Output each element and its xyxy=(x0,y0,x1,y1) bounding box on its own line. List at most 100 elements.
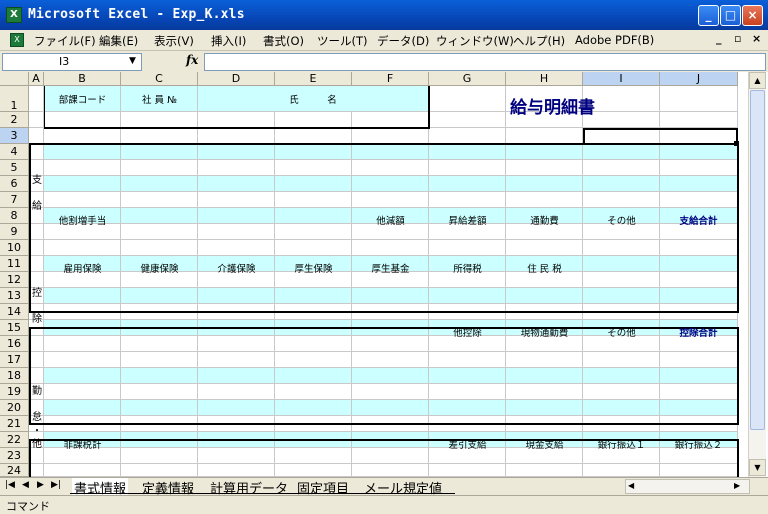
cell-h17[interactable] xyxy=(506,352,583,368)
cell-b2[interactable] xyxy=(44,112,121,128)
name-box[interactable]: I3 ▼ xyxy=(2,53,142,71)
cell-a9[interactable] xyxy=(29,224,44,240)
cell-d16[interactable] xyxy=(198,336,275,352)
cell-d20[interactable] xyxy=(198,400,275,416)
cell-j4[interactable] xyxy=(660,144,738,160)
cell-i12[interactable] xyxy=(583,272,660,288)
cell-e18[interactable] xyxy=(275,368,352,384)
cell-b7[interactable] xyxy=(44,192,121,208)
cell-f7[interactable] xyxy=(352,192,429,208)
cell-c18[interactable] xyxy=(121,368,198,384)
cell-b3[interactable] xyxy=(44,128,121,144)
formula-input[interactable] xyxy=(204,53,766,71)
cell-d23[interactable] xyxy=(198,448,275,464)
cell-e2[interactable] xyxy=(275,112,352,128)
cell-j17[interactable] xyxy=(660,352,738,368)
row-header-2[interactable]: 2 xyxy=(0,112,29,128)
cell-i10[interactable] xyxy=(583,240,660,256)
row-header-7[interactable]: 7 xyxy=(0,192,29,208)
vertical-scroll-thumb[interactable] xyxy=(750,90,765,430)
cell-c6[interactable] xyxy=(121,176,198,192)
menu-tools[interactable]: ツール(T) xyxy=(317,33,368,49)
cell-d6[interactable] xyxy=(198,176,275,192)
cell-g17[interactable] xyxy=(429,352,506,368)
cell-g10[interactable] xyxy=(429,240,506,256)
cell-d18[interactable] xyxy=(198,368,275,384)
vertical-scrollbar[interactable]: ▲ ▼ xyxy=(748,72,766,477)
cell-h20[interactable] xyxy=(506,400,583,416)
cell-b5[interactable] xyxy=(44,160,121,176)
scroll-up-button[interactable]: ▲ xyxy=(749,72,766,89)
column-header-e[interactable]: E xyxy=(275,72,352,86)
column-header-f[interactable]: F xyxy=(352,72,429,86)
cell-b10[interactable] xyxy=(44,240,121,256)
cell-a4[interactable] xyxy=(29,144,44,160)
row-header-23[interactable]: 23 xyxy=(0,448,29,464)
cell-c16[interactable] xyxy=(121,336,198,352)
cell-i24[interactable] xyxy=(583,464,660,477)
cell-j10[interactable] xyxy=(660,240,738,256)
cell-g24[interactable] xyxy=(429,464,506,477)
cell-d9[interactable] xyxy=(198,224,275,240)
cell-b18[interactable] xyxy=(44,368,121,384)
cell-a17[interactable] xyxy=(29,352,44,368)
cell-h19[interactable] xyxy=(506,384,583,400)
cell-a23[interactable] xyxy=(29,448,44,464)
cell-d5[interactable] xyxy=(198,160,275,176)
row-header-19[interactable]: 19 xyxy=(0,384,29,400)
cell-g1[interactable] xyxy=(429,86,506,112)
cell-f4[interactable] xyxy=(352,144,429,160)
cell-g13[interactable] xyxy=(429,288,506,304)
doc-minimize-button[interactable]: _ xyxy=(716,32,722,45)
function-icon[interactable]: fx xyxy=(186,53,198,67)
cell-c19[interactable] xyxy=(121,384,198,400)
cell-d7[interactable] xyxy=(198,192,275,208)
menu-view[interactable]: 表示(V) xyxy=(154,33,194,49)
excel-app-icon[interactable]: X xyxy=(6,7,22,23)
cell-j1[interactable] xyxy=(660,86,738,112)
cell-c3[interactable] xyxy=(121,128,198,144)
workbook-icon[interactable]: X xyxy=(10,33,24,47)
cell-g5[interactable] xyxy=(429,160,506,176)
row-header-22[interactable]: 22 xyxy=(0,432,29,448)
menu-help[interactable]: ヘルプ(H) xyxy=(513,33,565,49)
cell-c5[interactable] xyxy=(121,160,198,176)
window-title-bar[interactable]: X Microsoft Excel - Exp_K.xls _ □ × xyxy=(0,0,768,30)
cell-e5[interactable] xyxy=(275,160,352,176)
row-header-14[interactable]: 14 xyxy=(0,304,29,320)
cell-d3[interactable] xyxy=(198,128,275,144)
cell-e7[interactable] xyxy=(275,192,352,208)
cell-i6[interactable] xyxy=(583,176,660,192)
cell-e13[interactable] xyxy=(275,288,352,304)
cell-i17[interactable] xyxy=(583,352,660,368)
cell-f5[interactable] xyxy=(352,160,429,176)
tab-first-button[interactable]: |◀ xyxy=(5,480,15,490)
chevron-down-icon[interactable]: ▼ xyxy=(129,56,136,66)
row-header-13[interactable]: 13 xyxy=(0,288,29,304)
cell-e4[interactable] xyxy=(275,144,352,160)
selected-cell-range[interactable] xyxy=(583,128,738,145)
cell-e16[interactable] xyxy=(275,336,352,352)
cell-b17[interactable] xyxy=(44,352,121,368)
column-header-h[interactable]: H xyxy=(506,72,583,86)
cell-h7[interactable] xyxy=(506,192,583,208)
cell-h5[interactable] xyxy=(506,160,583,176)
scroll-right-button[interactable]: ▶ xyxy=(734,481,740,490)
cell-g20[interactable] xyxy=(429,400,506,416)
cell-i5[interactable] xyxy=(583,160,660,176)
row-header-5[interactable]: 5 xyxy=(0,160,29,176)
cell-e17[interactable] xyxy=(275,352,352,368)
cell-e23[interactable] xyxy=(275,448,352,464)
row-header-8[interactable]: 8 xyxy=(0,208,29,224)
cell-e3[interactable] xyxy=(275,128,352,144)
cell-a10[interactable] xyxy=(29,240,44,256)
cell-j19[interactable] xyxy=(660,384,738,400)
row-header-9[interactable]: 9 xyxy=(0,224,29,240)
cell-j13[interactable] xyxy=(660,288,738,304)
cell-f20[interactable] xyxy=(352,400,429,416)
cell-g7[interactable] xyxy=(429,192,506,208)
scroll-down-button[interactable]: ▼ xyxy=(749,459,766,476)
cell-d13[interactable] xyxy=(198,288,275,304)
cell-e6[interactable] xyxy=(275,176,352,192)
cell-j6[interactable] xyxy=(660,176,738,192)
